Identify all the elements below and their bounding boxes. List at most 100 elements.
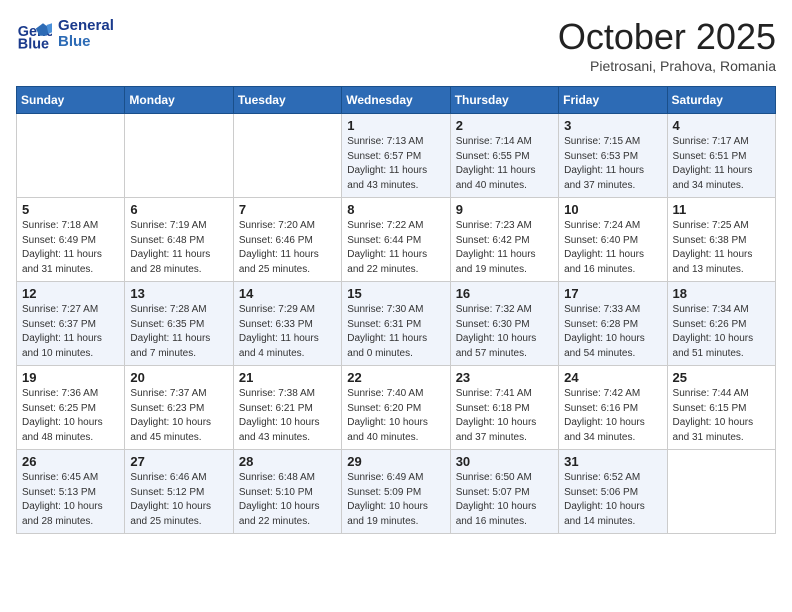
day-info: Sunrise: 7:17 AMSunset: 6:51 PMDaylight:… xyxy=(673,135,770,193)
day-number: 10 xyxy=(564,202,661,217)
day-info: Sunrise: 7:30 AMSunset: 6:31 PMDaylight:… xyxy=(347,303,444,361)
day-number: 3 xyxy=(564,118,661,133)
day-info: Sunrise: 7:34 AMSunset: 6:26 PMDaylight:… xyxy=(673,303,770,361)
weekday-header-row: SundayMondayTuesdayWednesdayThursdayFrid… xyxy=(17,87,776,114)
day-number: 7 xyxy=(239,202,336,217)
day-cell: 18 Sunrise: 7:34 AMSunset: 6:26 PMDayligh… xyxy=(667,282,775,366)
day-cell: 17Sunrise: 7:33 AMSunset: 6:28 PMDayligh… xyxy=(559,282,667,366)
week-row-3: 12 Sunrise: 7:27 AMSunset: 6:37 PMDayligh… xyxy=(17,282,776,366)
day-info: Sunrise: 7:15 AMSunset: 6:53 PMDaylight:… xyxy=(564,135,661,193)
day-cell: 11Sunrise: 7:25 AMSunset: 6:38 PMDayligh… xyxy=(667,198,775,282)
day-number: 27 xyxy=(130,454,227,469)
weekday-header-wednesday: Wednesday xyxy=(342,87,450,114)
day-number: 22 xyxy=(347,370,444,385)
week-row-5: 26Sunrise: 6:45 AMSunset: 5:13 PMDayligh… xyxy=(17,450,776,534)
week-row-2: 5 Sunrise: 7:18 AMSunset: 6:49 PMDaylight… xyxy=(17,198,776,282)
day-number: 9 xyxy=(456,202,553,217)
logo-icon: General Blue xyxy=(16,16,52,52)
day-info: Sunrise: 7:18 AMSunset: 6:49 PMDaylight:… xyxy=(22,219,119,277)
day-info: Sunrise: 7:42 AMSunset: 6:16 PMDaylight:… xyxy=(564,387,661,445)
day-info: Sunrise: 7:32 AMSunset: 6:30 PMDaylight:… xyxy=(456,303,553,361)
day-cell: 27 Sunrise: 6:46 AMSunset: 5:12 PMDayligh… xyxy=(125,450,233,534)
week-row-4: 19 Sunrise: 7:36 AMSunset: 6:25 PMDayligh… xyxy=(17,366,776,450)
day-number: 1 xyxy=(347,118,444,133)
day-info: Sunrise: 6:49 AMSunset: 5:09 PMDaylight:… xyxy=(347,471,444,529)
day-info: Sunrise: 7:29 AMSunset: 6:33 PMDaylight:… xyxy=(239,303,336,361)
day-cell: 31 Sunrise: 6:52 AMSunset: 5:06 PMDayligh… xyxy=(559,450,667,534)
day-info: Sunrise: 7:14 AMSunset: 6:55 PMDaylight:… xyxy=(456,135,553,193)
day-cell: 14 Sunrise: 7:29 AMSunset: 6:33 PMDayligh… xyxy=(233,282,341,366)
day-info: Sunrise: 6:50 AMSunset: 5:07 PMDaylight:… xyxy=(456,471,553,529)
day-cell: 8 Sunrise: 7:22 AMSunset: 6:44 PMDaylight… xyxy=(342,198,450,282)
day-cell: 26Sunrise: 6:45 AMSunset: 5:13 PMDayligh… xyxy=(17,450,125,534)
day-number: 16 xyxy=(456,286,553,301)
day-cell: 3 Sunrise: 7:15 AMSunset: 6:53 PMDaylight… xyxy=(559,114,667,198)
day-number: 2 xyxy=(456,118,553,133)
day-number: 5 xyxy=(22,202,119,217)
day-number: 30 xyxy=(456,454,553,469)
day-info: Sunrise: 7:22 AMSunset: 6:44 PMDaylight:… xyxy=(347,219,444,277)
day-number: 12 xyxy=(22,286,119,301)
day-cell: 15 Sunrise: 7:30 AMSunset: 6:31 PMDayligh… xyxy=(342,282,450,366)
weekday-header-monday: Monday xyxy=(125,87,233,114)
day-info: Sunrise: 7:40 AMSunset: 6:20 PMDaylight:… xyxy=(347,387,444,445)
logo-line1: General xyxy=(58,18,114,35)
day-info: Sunrise: 7:27 AMSunset: 6:37 PMDaylight:… xyxy=(22,303,119,361)
day-number: 19 xyxy=(22,370,119,385)
day-info: Sunrise: 7:38 AMSunset: 6:21 PMDaylight:… xyxy=(239,387,336,445)
day-cell: 21 Sunrise: 7:38 AMSunset: 6:21 PMDayligh… xyxy=(233,366,341,450)
title-block: October 2025 Pietrosani, Prahova, Romani… xyxy=(558,16,776,74)
day-info: Sunrise: 7:13 AMSunset: 6:57 PMDaylight:… xyxy=(347,135,444,193)
day-number: 6 xyxy=(130,202,227,217)
svg-text:Blue: Blue xyxy=(18,36,49,52)
day-cell: 25 Sunrise: 7:44 AMSunset: 6:15 PMDayligh… xyxy=(667,366,775,450)
day-info: Sunrise: 7:28 AMSunset: 6:35 PMDaylight:… xyxy=(130,303,227,361)
day-info: Sunrise: 7:20 AMSunset: 6:46 PMDaylight:… xyxy=(239,219,336,277)
day-cell: 2 Sunrise: 7:14 AMSunset: 6:55 PMDaylight… xyxy=(450,114,558,198)
day-cell: 4 Sunrise: 7:17 AMSunset: 6:51 PMDaylight… xyxy=(667,114,775,198)
day-cell: 16 Sunrise: 7:32 AMSunset: 6:30 PMDayligh… xyxy=(450,282,558,366)
day-info: Sunrise: 6:46 AMSunset: 5:12 PMDaylight:… xyxy=(130,471,227,529)
day-cell: 24 Sunrise: 7:42 AMSunset: 6:16 PMDayligh… xyxy=(559,366,667,450)
day-info: Sunrise: 7:44 AMSunset: 6:15 PMDaylight:… xyxy=(673,387,770,445)
day-number: 18 xyxy=(673,286,770,301)
day-info: Sunrise: 7:36 AMSunset: 6:25 PMDaylight:… xyxy=(22,387,119,445)
day-cell: 30 Sunrise: 6:50 AMSunset: 5:07 PMDayligh… xyxy=(450,450,558,534)
weekday-header-tuesday: Tuesday xyxy=(233,87,341,114)
day-number: 25 xyxy=(673,370,770,385)
page-header: General Blue General Blue October 2025 P… xyxy=(16,16,776,74)
logo: General Blue General Blue xyxy=(16,16,114,52)
day-number: 21 xyxy=(239,370,336,385)
day-number: 14 xyxy=(239,286,336,301)
day-cell: 1 Sunrise: 7:13 AMSunset: 6:57 PMDaylight… xyxy=(342,114,450,198)
day-info: Sunrise: 7:37 AMSunset: 6:23 PMDaylight:… xyxy=(130,387,227,445)
day-info: Sunrise: 6:52 AMSunset: 5:06 PMDaylight:… xyxy=(564,471,661,529)
day-cell: 20Sunrise: 7:37 AMSunset: 6:23 PMDayligh… xyxy=(125,366,233,450)
weekday-header-sunday: Sunday xyxy=(17,87,125,114)
day-info: Sunrise: 7:41 AMSunset: 6:18 PMDaylight:… xyxy=(456,387,553,445)
day-number: 29 xyxy=(347,454,444,469)
day-number: 26 xyxy=(22,454,119,469)
day-cell xyxy=(667,450,775,534)
weekday-header-saturday: Saturday xyxy=(667,87,775,114)
day-number: 13 xyxy=(130,286,227,301)
day-number: 24 xyxy=(564,370,661,385)
day-number: 15 xyxy=(347,286,444,301)
day-info: Sunrise: 7:33 AMSunset: 6:28 PMDaylight:… xyxy=(564,303,661,361)
location: Pietrosani, Prahova, Romania xyxy=(558,58,776,74)
day-cell: 7 Sunrise: 7:20 AMSunset: 6:46 PMDaylight… xyxy=(233,198,341,282)
day-info: Sunrise: 7:19 AMSunset: 6:48 PMDaylight:… xyxy=(130,219,227,277)
day-cell: 10 Sunrise: 7:24 AMSunset: 6:40 PMDayligh… xyxy=(559,198,667,282)
day-number: 31 xyxy=(564,454,661,469)
day-cell: 12 Sunrise: 7:27 AMSunset: 6:37 PMDayligh… xyxy=(17,282,125,366)
day-number: 4 xyxy=(673,118,770,133)
day-info: Sunrise: 7:23 AMSunset: 6:42 PMDaylight:… xyxy=(456,219,553,277)
day-info: Sunrise: 7:24 AMSunset: 6:40 PMDaylight:… xyxy=(564,219,661,277)
week-row-1: 1 Sunrise: 7:13 AMSunset: 6:57 PMDaylight… xyxy=(17,114,776,198)
day-cell xyxy=(233,114,341,198)
day-number: 11 xyxy=(673,202,770,217)
day-number: 8 xyxy=(347,202,444,217)
weekday-header-thursday: Thursday xyxy=(450,87,558,114)
day-cell xyxy=(125,114,233,198)
calendar-table: SundayMondayTuesdayWednesdayThursdayFrid… xyxy=(16,86,776,534)
